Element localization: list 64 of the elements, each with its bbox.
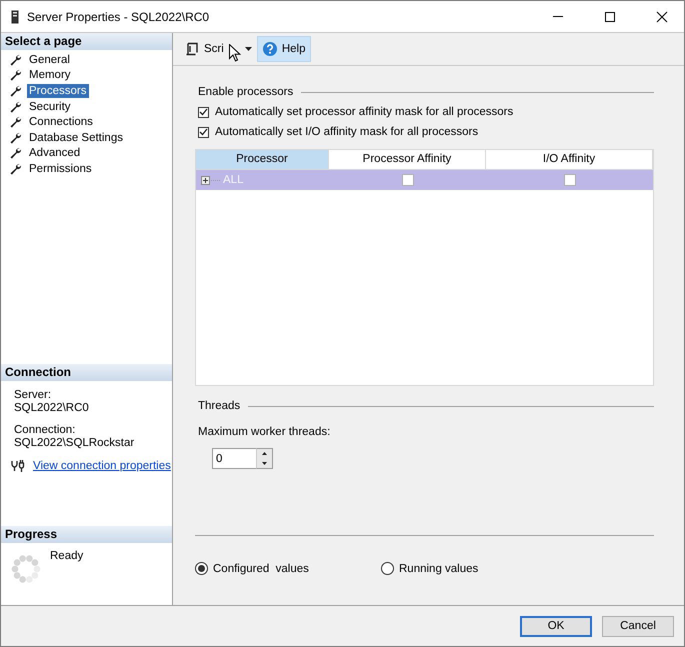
checkbox-label[interactable]: Automatically set processor affinity mask for all processors [215, 106, 514, 118]
group-title: Threads [198, 400, 240, 412]
section-header: Select a page [1, 33, 172, 50]
page-item[interactable]: Processors [27, 84, 89, 98]
wrench-icon [9, 147, 21, 160]
wrench-icon [9, 69, 21, 82]
checkbox-label[interactable]: Automatically set I/O affinity mask for all processors [215, 126, 478, 138]
column-header[interactable]: I/O Affinity [486, 150, 653, 170]
down-arrow-icon [262, 462, 267, 465]
field-label: Maximum worker threads: [198, 426, 332, 438]
field-label: Connection: [14, 424, 76, 437]
plug-icon [11, 460, 25, 472]
server-name: SQL2022\RC0 [14, 402, 90, 415]
checkbox[interactable] [402, 174, 414, 186]
wrench-icon [9, 116, 21, 128]
page-item[interactable]: Memory [27, 68, 73, 82]
check-icon [199, 128, 208, 136]
minimize-icon [553, 16, 563, 17]
section-header: Progress [1, 526, 172, 543]
wrench-icon [9, 162, 21, 175]
wrench-icon [9, 84, 21, 97]
page-item[interactable]: Connections [27, 115, 95, 130]
dialog-button[interactable]: OK [520, 616, 592, 636]
page-item[interactable]: Database Settings [27, 130, 125, 145]
check-icon [199, 108, 208, 116]
wrench-icon [9, 132, 21, 144]
field-label: Server: [14, 389, 52, 402]
checkbox[interactable] [198, 126, 209, 138]
processor-name: ALL [223, 174, 244, 186]
radio-label[interactable]: Running values [399, 562, 478, 574]
wrench-icon [9, 100, 21, 113]
increment-button[interactable] [257, 449, 272, 458]
help-icon [262, 42, 277, 56]
window-title: Server Properties - SQL2022\RC0 [27, 10, 210, 24]
spinner-icon [11, 554, 41, 584]
page-item[interactable]: Security [27, 100, 73, 114]
dialog-button[interactable]: Cancel [602, 616, 674, 636]
maximize-icon [604, 10, 616, 22]
page-item[interactable]: Permissions [27, 162, 94, 176]
checkbox[interactable] [198, 106, 209, 118]
group-title: Enable processors [198, 86, 294, 98]
radio-label[interactable]: Configured values [213, 562, 309, 574]
view-properties-link[interactable]: View connection properties [33, 460, 171, 472]
page-item[interactable]: General [27, 52, 72, 67]
section-header: Connection [1, 364, 172, 381]
radio-button[interactable] [195, 562, 208, 575]
server-icon [11, 10, 19, 24]
radio-button[interactable] [381, 562, 394, 575]
progress-status: Ready [50, 550, 84, 564]
page-item[interactable]: Advanced [27, 146, 82, 160]
wrench-icon [9, 54, 21, 66]
column-header[interactable]: Processor Affinity [329, 150, 486, 170]
up-arrow-icon [262, 452, 267, 456]
cursor-icon [229, 44, 241, 62]
help-button[interactable]: Help [256, 36, 312, 62]
close-icon [656, 10, 668, 22]
column-header[interactable]: Processor [196, 150, 329, 170]
checkbox[interactable] [564, 174, 576, 186]
number-field[interactable]: 0 [212, 448, 256, 469]
caret-icon [244, 47, 252, 51]
expand-icon[interactable] [201, 176, 220, 184]
script-icon [185, 42, 199, 56]
script-button[interactable]: Scri [179, 36, 230, 62]
connection-name: SQL2022\SQLRockstar [14, 437, 136, 450]
